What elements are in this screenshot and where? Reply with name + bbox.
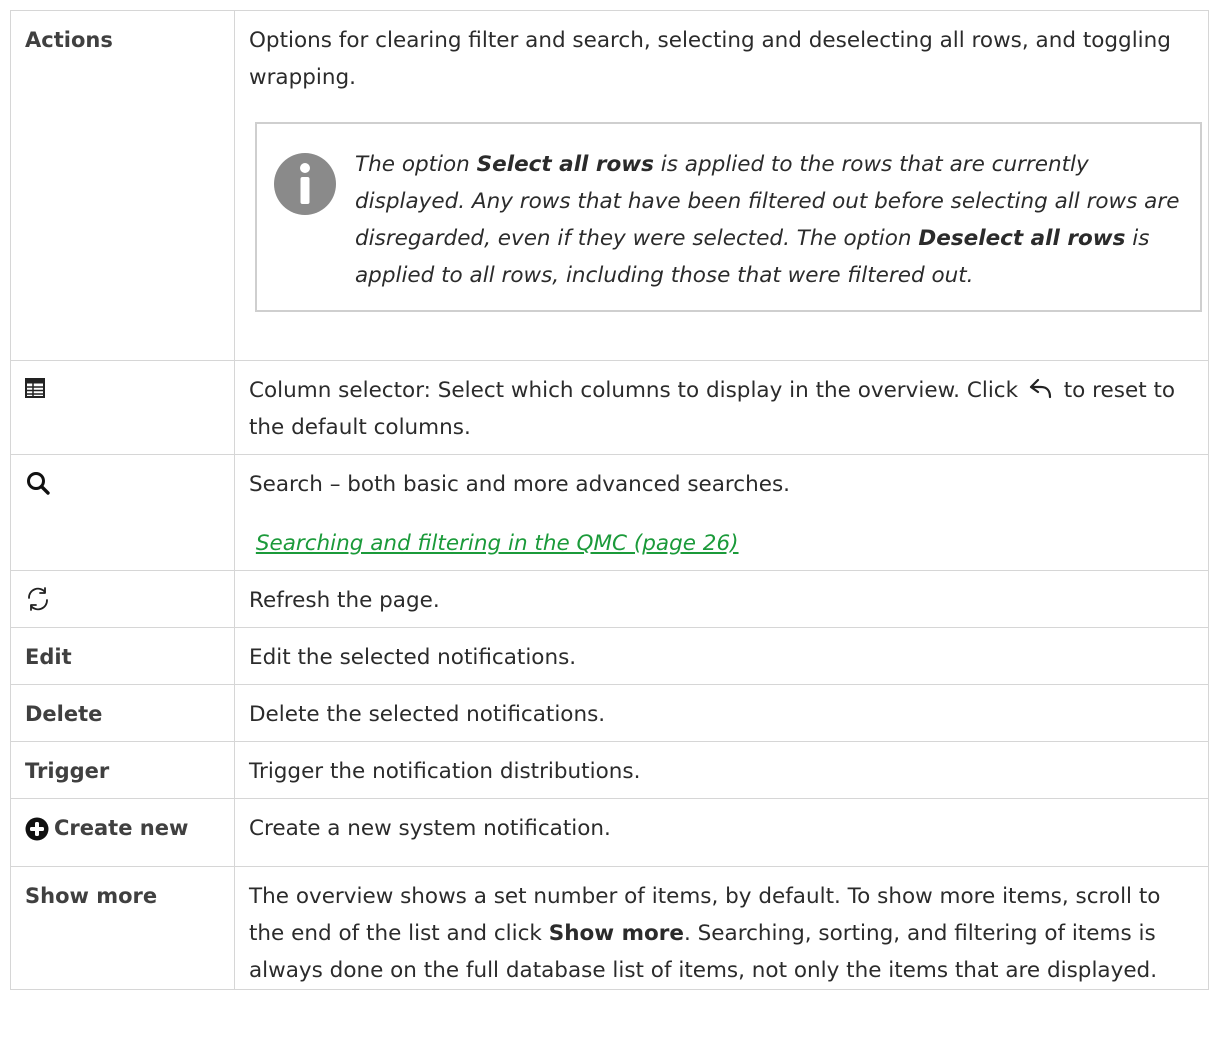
note-bold-select-all: Select all rows [476,152,654,177]
table-row-column-selector: Column selector: Select which columns to… [10,360,1209,455]
table-row-delete: Delete Delete the selected notifications… [10,684,1209,742]
trigger-label[interactable]: Trigger [10,741,235,799]
note-text: The option Select all rows is applied to… [355,146,1180,294]
table-row-create-new: Create new Create a new system notificat… [10,798,1209,867]
table-row-edit: Edit Edit the selected notifications. [10,627,1209,685]
refresh-icon-cell [10,570,235,628]
actions-description: Options for clearing filter and search, … [249,28,1171,90]
note-text-part-1: The option [355,152,477,177]
show-more-label[interactable]: Show more [10,866,235,990]
table-row-search: Search – both basic and more advanced se… [10,454,1209,571]
note-box: The option Select all rows is applied to… [255,122,1202,312]
table-row-show-more: Show more The overview shows a set numbe… [10,866,1209,990]
show-more-desc-bold: Show more [548,921,684,946]
info-icon [274,153,336,215]
refresh-icon[interactable] [25,586,51,612]
undo-arrow-icon [1029,378,1052,399]
search-filter-link[interactable]: Searching and filtering in the QMC (page… [256,531,739,556]
actions-description-cell: Options for clearing filter and search, … [234,10,1209,361]
table-icon[interactable] [25,378,45,398]
plus-circle-icon [25,817,49,840]
search-description: Search – both basic and more advanced se… [249,472,790,497]
table-row-trigger: Trigger Trigger the notification distrib… [10,741,1209,799]
search-icon-cell [10,454,235,571]
create-new-button[interactable]: Create new [25,810,220,847]
edit-label[interactable]: Edit [10,627,235,685]
show-more-description: The overview shows a set number of items… [234,866,1209,990]
refresh-description: Refresh the page. [234,570,1209,628]
note-bold-deselect-all: Deselect all rows [918,226,1126,251]
column-selector-icon-cell [10,360,235,455]
create-new-description: Create a new system notification. [234,798,1209,867]
table-row-refresh: Refresh the page. [10,570,1209,628]
search-icon[interactable] [25,470,51,496]
actions-table: Actions Options for clearing filter and … [10,10,1209,990]
delete-description: Delete the selected notifications. [234,684,1209,742]
actions-label: Actions [10,10,235,361]
search-description-cell: Search – both basic and more advanced se… [234,454,1209,571]
edit-description: Edit the selected notifications. [234,627,1209,685]
column-selector-description-cell: Column selector: Select which columns to… [234,360,1209,455]
create-new-cell: Create new [10,798,235,867]
delete-label[interactable]: Delete [10,684,235,742]
trigger-description: Trigger the notification distributions. [234,741,1209,799]
create-new-label: Create new [54,816,189,840]
column-selector-desc-a: Column selector: Select which columns to… [249,378,1025,403]
table-row-actions: Actions Options for clearing filter and … [10,10,1209,361]
